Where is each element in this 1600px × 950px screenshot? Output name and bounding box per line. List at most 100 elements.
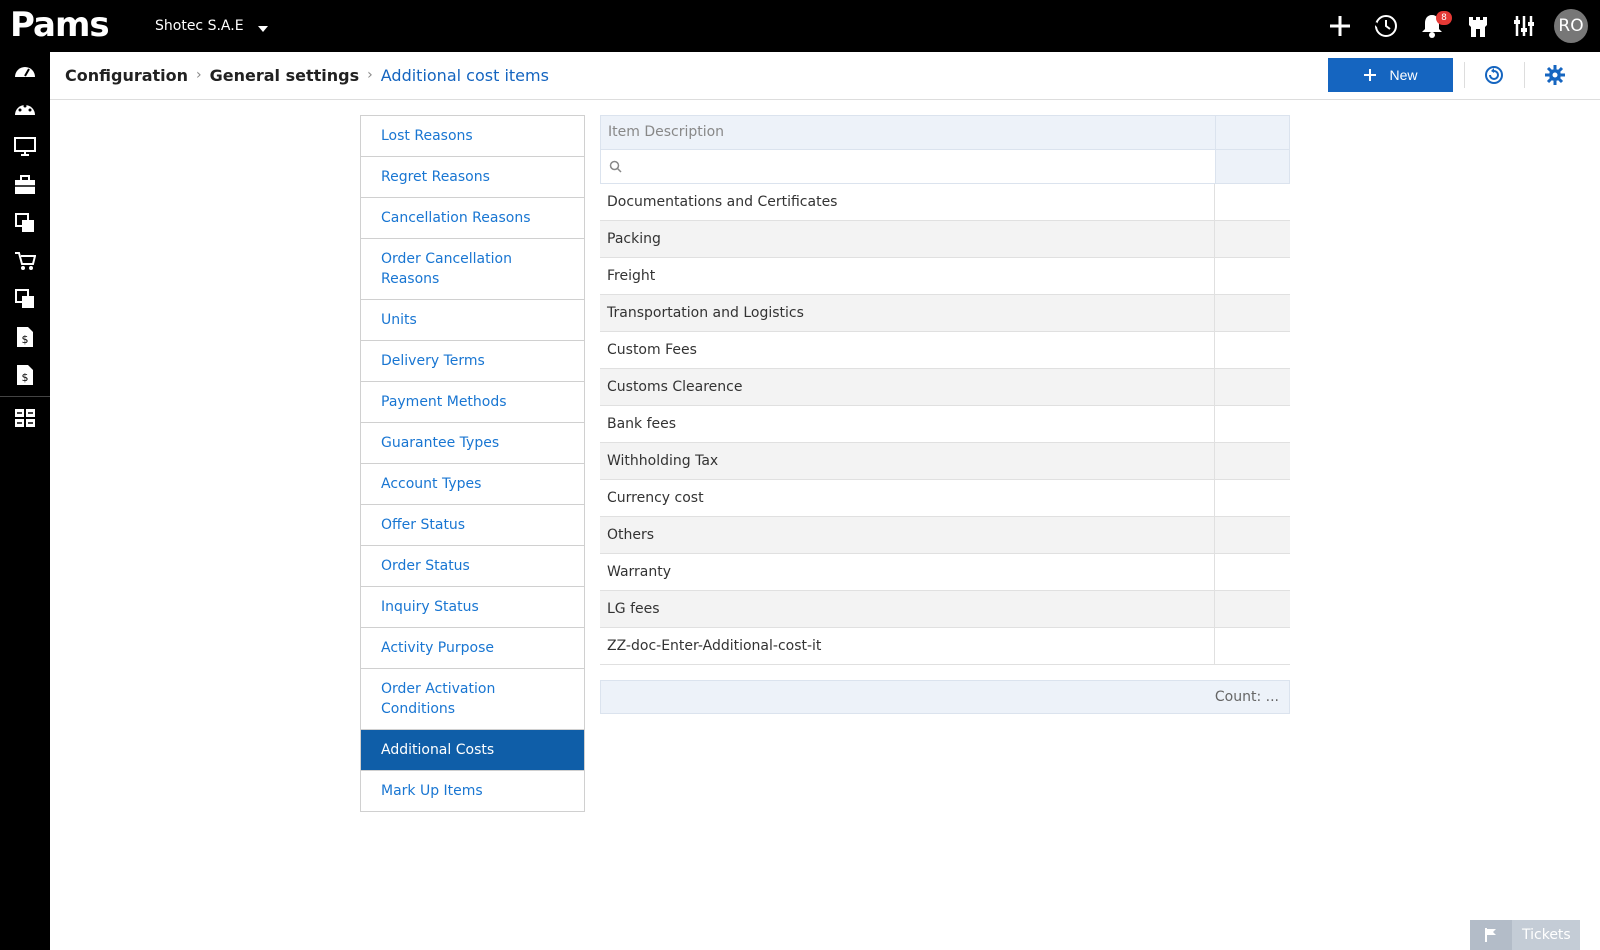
column-header-item-description[interactable]: Item Description bbox=[601, 116, 1216, 149]
briefcase-icon[interactable] bbox=[0, 166, 50, 204]
table-row[interactable]: Others bbox=[600, 517, 1290, 554]
castle-icon[interactable] bbox=[1462, 10, 1494, 42]
menu-item-inquiry-status[interactable]: Inquiry Status bbox=[361, 587, 584, 628]
additional-cost-grid: Item Description Documentations and Cert… bbox=[600, 115, 1290, 714]
breadcrumb-general-settings[interactable]: General settings bbox=[210, 66, 360, 85]
cell-item-description: Transportation and Logistics bbox=[600, 295, 1215, 331]
cell-actions bbox=[1215, 221, 1290, 257]
table-row[interactable]: ZZ-doc-Enter-Additional-cost-it bbox=[600, 628, 1290, 665]
cell-item-description: Customs Clearence bbox=[600, 369, 1215, 405]
new-button-label: New bbox=[1389, 67, 1418, 83]
menu-item-units[interactable]: Units bbox=[361, 300, 584, 341]
cell-actions bbox=[1215, 258, 1290, 294]
menu-item-mark-up-items[interactable]: Mark Up Items bbox=[361, 771, 584, 811]
flag-icon bbox=[1470, 920, 1512, 950]
gear-icon[interactable] bbox=[1543, 63, 1567, 87]
breadcrumb: Configuration › General settings › Addit… bbox=[65, 52, 549, 98]
chevron-down-icon bbox=[257, 26, 268, 32]
refresh-icon[interactable] bbox=[1482, 63, 1506, 87]
menu-item-order-status[interactable]: Order Status bbox=[361, 546, 584, 587]
cell-item-description: Freight bbox=[600, 258, 1215, 294]
menu-item-order-activation-conditions[interactable]: Order Activation Conditions bbox=[361, 669, 584, 730]
cell-item-description: Currency cost bbox=[600, 480, 1215, 516]
documents-alt-icon[interactable] bbox=[0, 280, 50, 318]
left-sidebar: $ $ bbox=[0, 52, 50, 950]
menu-item-account-types[interactable]: Account Types bbox=[361, 464, 584, 505]
bell-icon[interactable]: 8 bbox=[1416, 10, 1452, 42]
dashboard-alt-icon[interactable] bbox=[0, 90, 50, 128]
grid-filter-row bbox=[600, 150, 1290, 184]
cell-item-description: Warranty bbox=[600, 554, 1215, 590]
table-row[interactable]: Warranty bbox=[600, 554, 1290, 591]
menu-item-additional-costs[interactable]: Additional Costs bbox=[361, 730, 584, 771]
table-row[interactable]: Bank fees bbox=[600, 406, 1290, 443]
grid-body: Documentations and Certificates Packing Fr… bbox=[600, 184, 1290, 665]
menu-item-lost-reasons[interactable]: Lost Reasons bbox=[361, 116, 584, 157]
menu-item-regret-reasons[interactable]: Regret Reasons bbox=[361, 157, 584, 198]
table-row[interactable]: Freight bbox=[600, 258, 1290, 295]
history-icon[interactable] bbox=[1370, 10, 1402, 42]
toolbar-divider bbox=[1464, 62, 1465, 88]
search-icon bbox=[609, 160, 622, 173]
notification-badge: 8 bbox=[1436, 11, 1452, 25]
sliders-icon[interactable] bbox=[1508, 10, 1540, 42]
app-logo[interactable]: Pams bbox=[10, 4, 110, 46]
cell-actions bbox=[1215, 443, 1290, 479]
chevron-right-icon: › bbox=[367, 67, 373, 83]
table-row[interactable]: Transportation and Logistics bbox=[600, 295, 1290, 332]
menu-item-payment-methods[interactable]: Payment Methods bbox=[361, 382, 584, 423]
documents-icon[interactable] bbox=[0, 204, 50, 242]
cell-item-description: Withholding Tax bbox=[600, 443, 1215, 479]
search-input[interactable] bbox=[601, 150, 1216, 183]
cell-item-description: Documentations and Certificates bbox=[600, 184, 1215, 220]
filter-actions-cell bbox=[1216, 150, 1289, 183]
company-selector[interactable]: Shotec S.A.E bbox=[155, 18, 268, 34]
cell-actions bbox=[1215, 406, 1290, 442]
cell-item-description: Packing bbox=[600, 221, 1215, 257]
table-row[interactable]: Custom Fees bbox=[600, 332, 1290, 369]
plus-icon bbox=[1364, 69, 1377, 81]
table-row[interactable]: Documentations and Certificates bbox=[600, 184, 1290, 221]
menu-item-cancellation-reasons[interactable]: Cancellation Reasons bbox=[361, 198, 584, 239]
cell-item-description: Others bbox=[600, 517, 1215, 553]
cart-icon[interactable] bbox=[0, 242, 50, 280]
new-button[interactable]: New bbox=[1328, 58, 1453, 92]
cell-actions bbox=[1215, 628, 1290, 664]
chevron-right-icon: › bbox=[196, 67, 202, 83]
table-row[interactable]: Withholding Tax bbox=[600, 443, 1290, 480]
menu-item-guarantee-types[interactable]: Guarantee Types bbox=[361, 423, 584, 464]
grid-header: Item Description bbox=[600, 115, 1290, 150]
company-name: Shotec S.A.E bbox=[155, 18, 244, 34]
plus-icon[interactable] bbox=[1324, 10, 1356, 42]
invoice-alt-icon[interactable]: $ bbox=[0, 356, 50, 394]
tickets-label: Tickets bbox=[1522, 927, 1571, 943]
grid-footer-count: Count: ... bbox=[600, 680, 1290, 714]
menu-item-offer-status[interactable]: Offer Status bbox=[361, 505, 584, 546]
cell-actions bbox=[1215, 295, 1290, 331]
cell-actions bbox=[1215, 369, 1290, 405]
cell-actions bbox=[1215, 332, 1290, 368]
table-row[interactable]: LG fees bbox=[600, 591, 1290, 628]
menu-item-activity-purpose[interactable]: Activity Purpose bbox=[361, 628, 584, 669]
cell-item-description: ZZ-doc-Enter-Additional-cost-it bbox=[600, 628, 1215, 664]
sidebar-divider bbox=[0, 396, 50, 397]
invoice-icon[interactable]: $ bbox=[0, 318, 50, 356]
menu-item-order-cancellation-reasons[interactable]: Order Cancellation Reasons bbox=[361, 239, 584, 300]
dashboard-icon[interactable] bbox=[0, 52, 50, 90]
cell-item-description: Bank fees bbox=[600, 406, 1215, 442]
breadcrumb-configuration[interactable]: Configuration bbox=[65, 66, 188, 85]
table-row[interactable]: Packing bbox=[600, 221, 1290, 258]
cell-actions bbox=[1215, 554, 1290, 590]
page-title: Additional cost items bbox=[380, 65, 549, 85]
svg-text:$: $ bbox=[22, 371, 29, 384]
column-header-actions bbox=[1216, 116, 1289, 149]
avatar[interactable]: RO bbox=[1554, 9, 1588, 43]
page-header: Configuration › General settings › Addit… bbox=[50, 52, 1600, 100]
grid-settings-icon[interactable] bbox=[0, 399, 50, 437]
table-row[interactable]: Customs Clearence bbox=[600, 369, 1290, 406]
menu-item-delivery-terms[interactable]: Delivery Terms bbox=[361, 341, 584, 382]
cell-actions bbox=[1215, 184, 1290, 220]
monitor-icon[interactable] bbox=[0, 128, 50, 166]
tickets-button[interactable]: Tickets bbox=[1470, 920, 1580, 950]
table-row[interactable]: Currency cost bbox=[600, 480, 1290, 517]
